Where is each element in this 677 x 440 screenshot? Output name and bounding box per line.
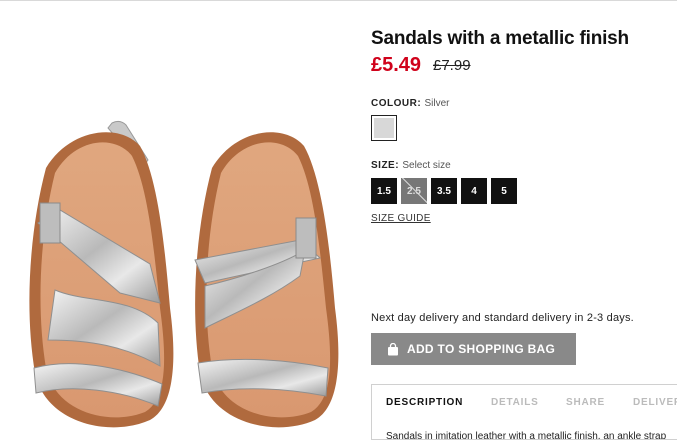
size-value: Select size bbox=[402, 160, 451, 171]
size-guide-link[interactable]: SIZE GUIDE bbox=[371, 213, 431, 224]
left-sandal bbox=[29, 120, 174, 428]
size-selector: 1.5 2.5 3.5 4 5 bbox=[371, 178, 517, 204]
colour-label: COLOUR: Silver bbox=[371, 98, 449, 109]
tab-delivery[interactable]: DELIVERY bbox=[633, 397, 677, 408]
colour-value: Silver bbox=[424, 98, 450, 109]
tab-share[interactable]: SHARE bbox=[566, 397, 605, 408]
add-to-bag-label: ADD TO SHOPPING BAG bbox=[407, 342, 556, 356]
size-option[interactable]: 1.5 bbox=[371, 178, 397, 204]
product-price: £5.49 bbox=[371, 54, 422, 76]
right-sandal bbox=[194, 132, 339, 428]
size-option[interactable]: 4 bbox=[461, 178, 487, 204]
size-option[interactable]: 3.5 bbox=[431, 178, 457, 204]
sandals-illustration bbox=[29, 120, 339, 428]
description-text: Sandals in imitation leather with a meta… bbox=[386, 431, 667, 440]
tab-description[interactable]: DESCRIPTION bbox=[386, 397, 463, 408]
shopping-bag-icon bbox=[388, 342, 398, 355]
tab-details[interactable]: DETAILS bbox=[491, 397, 539, 408]
colour-label-text: COLOUR: bbox=[371, 98, 422, 109]
add-to-bag-button[interactable]: ADD TO SHOPPING BAG bbox=[371, 333, 576, 365]
product-title: Sandals with a metallic finish bbox=[371, 28, 629, 49]
swatch-fill bbox=[374, 118, 394, 138]
size-option-unavailable[interactable]: 2.5 bbox=[401, 178, 427, 204]
product-image[interactable] bbox=[0, 28, 360, 440]
colour-swatch-silver[interactable] bbox=[371, 115, 397, 141]
product-info-tabs: DESCRIPTION DETAILS SHARE DELIVERY Sanda… bbox=[371, 384, 677, 440]
size-label-text: SIZE: bbox=[371, 160, 400, 171]
header-divider bbox=[0, 0, 677, 1]
size-option[interactable]: 5 bbox=[491, 178, 517, 204]
delivery-info: Next day delivery and standard delivery … bbox=[371, 312, 634, 324]
size-label: SIZE: Select size bbox=[371, 160, 451, 171]
original-price: £7.99 bbox=[433, 57, 471, 74]
